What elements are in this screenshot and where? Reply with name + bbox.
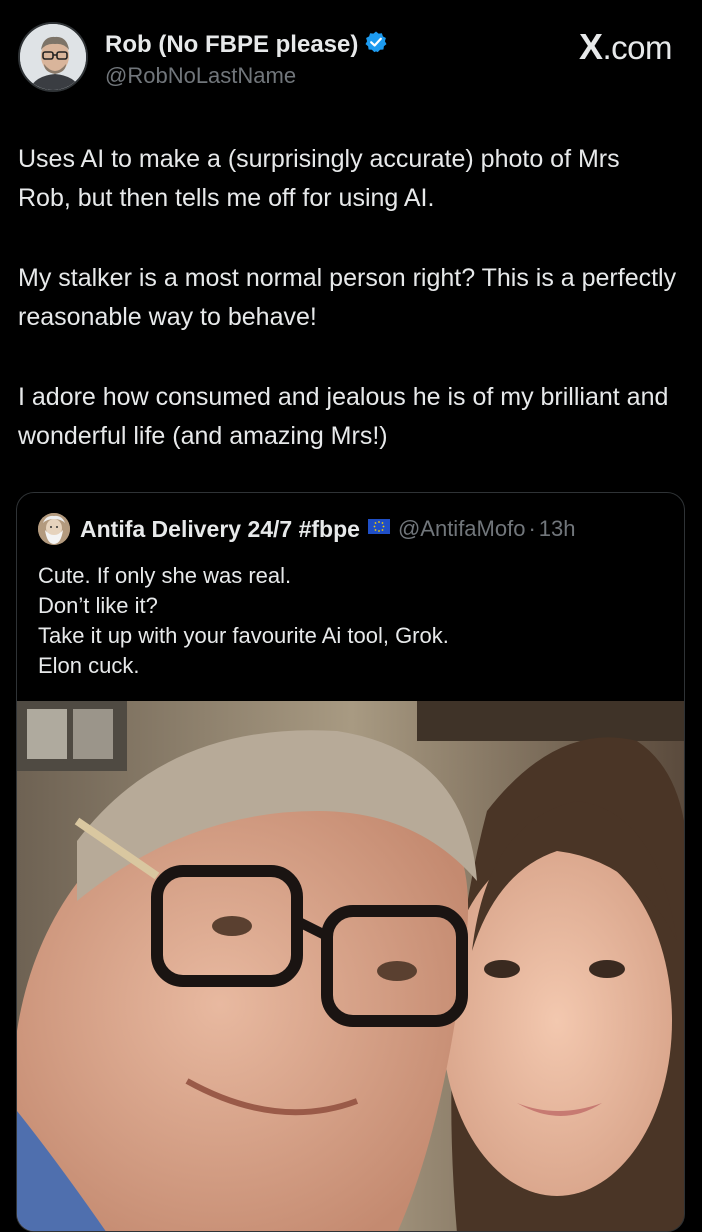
- quote-line: Cute. If only she was real.: [38, 563, 292, 588]
- tweet-text: Uses AI to make a (surprisingly accurate…: [18, 140, 678, 497]
- quote-separator: ·: [528, 516, 536, 541]
- tweet-paragraph: My stalker is a most normal person right…: [18, 264, 677, 331]
- site-label: X.com: [578, 26, 673, 68]
- quote-avatar[interactable]: [38, 513, 70, 545]
- tweet-paragraph: I adore how consumed and jealous he is o…: [18, 383, 669, 450]
- eu-flag-icon: [367, 519, 390, 539]
- quote-text: Cute. If only she was real. Don’t like i…: [38, 561, 449, 681]
- author-handle[interactable]: @RobNoLastName: [105, 63, 388, 89]
- quoted-tweet[interactable]: Antifa Delivery 24/7 #fbpe @AntifaMofo ·…: [16, 492, 685, 1232]
- quote-line: Take it up with your favourite Ai tool, …: [38, 623, 449, 648]
- tweet-paragraph: Uses AI to make a (surprisingly accurate…: [18, 145, 620, 212]
- site-domain: .com: [602, 29, 672, 66]
- quote-display-name[interactable]: Antifa Delivery 24/7 #fbpe: [80, 516, 360, 543]
- quote-header: Antifa Delivery 24/7 #fbpe @AntifaMofo ·…: [38, 513, 576, 545]
- author-info: Rob (No FBPE please) @RobNoLastName: [105, 30, 388, 89]
- quote-handle[interactable]: @AntifaMofo: [398, 516, 526, 542]
- quote-timestamp[interactable]: 13h: [539, 516, 576, 542]
- quote-photo[interactable]: [17, 701, 684, 1231]
- quote-line: Elon cuck.: [38, 653, 140, 678]
- quote-line: Don’t like it?: [38, 593, 158, 618]
- verified-badge-icon: [364, 30, 388, 59]
- tweet-header: Rob (No FBPE please) @RobNoLastName X.co…: [18, 22, 672, 98]
- author-avatar[interactable]: [18, 22, 88, 92]
- x-logo-icon: X: [578, 26, 603, 67]
- author-display-name[interactable]: Rob (No FBPE please): [105, 31, 358, 59]
